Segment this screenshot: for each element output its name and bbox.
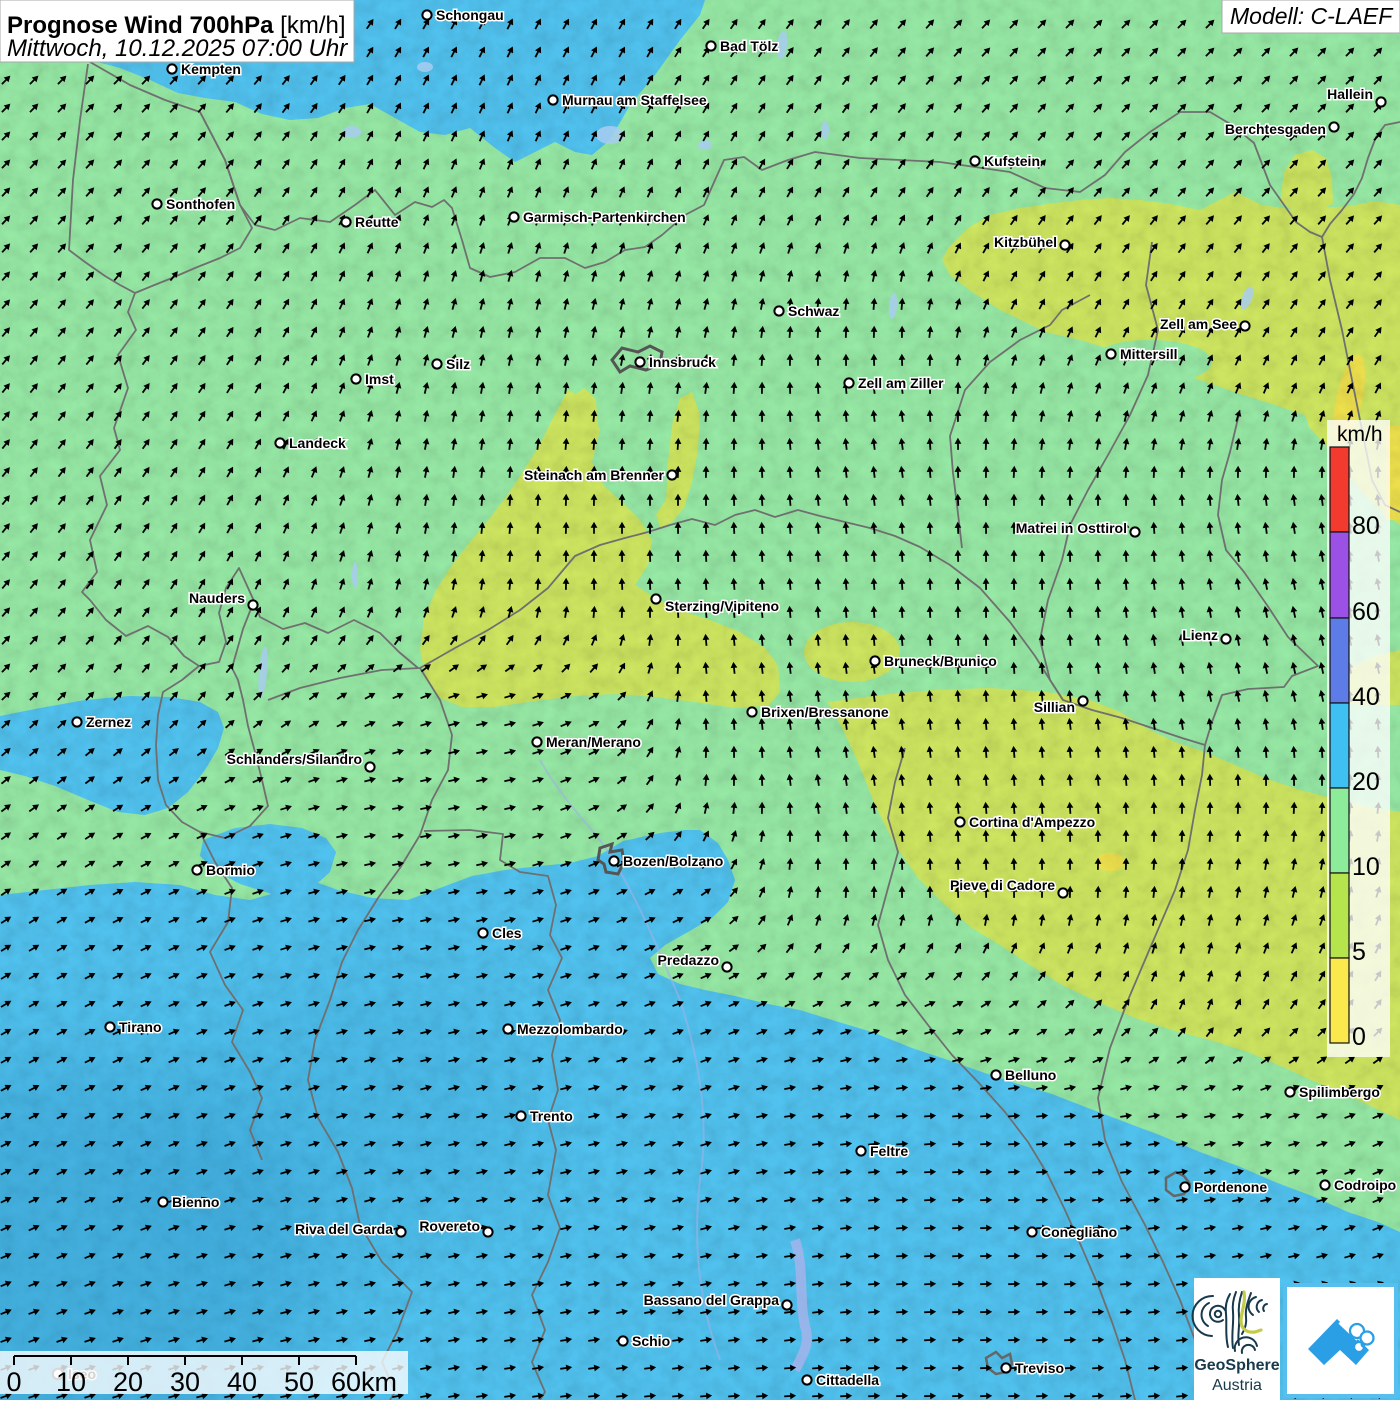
svg-text:60: 60 [1352, 598, 1380, 626]
svg-text:Predazzo: Predazzo [658, 952, 719, 968]
svg-text:40: 40 [1352, 683, 1380, 711]
svg-text:Cles: Cles [492, 925, 522, 941]
svg-text:Meran/Merano: Meran/Merano [546, 734, 641, 750]
svg-text:Cittadella: Cittadella [816, 1372, 879, 1388]
svg-text:60km: 60km [331, 1367, 397, 1397]
svg-text:Bienno: Bienno [172, 1194, 219, 1210]
svg-text:0: 0 [6, 1367, 21, 1397]
svg-text:Cortina d'Ampezzo: Cortina d'Ampezzo [969, 814, 1095, 830]
svg-text:Matrei in Osttirol: Matrei in Osttirol [1016, 520, 1127, 536]
svg-text:Lienz: Lienz [1182, 627, 1218, 643]
svg-text:Spilimbergo: Spilimbergo [1299, 1084, 1380, 1100]
svg-text:Steinach am Brenner: Steinach am Brenner [524, 467, 665, 483]
svg-text:20: 20 [113, 1367, 143, 1397]
svg-text:Hallein: Hallein [1327, 86, 1373, 102]
svg-text:Mittersill: Mittersill [1120, 346, 1178, 362]
svg-text:Mezzolombardo: Mezzolombardo [517, 1021, 623, 1037]
svg-text:Kitzbühel: Kitzbühel [994, 234, 1057, 250]
svg-text:Bad Tölz: Bad Tölz [720, 38, 778, 54]
svg-text:Imst: Imst [365, 371, 394, 387]
svg-text:80: 80 [1352, 512, 1380, 540]
svg-text:Belluno: Belluno [1005, 1067, 1056, 1083]
svg-text:Bozen/Bolzano: Bozen/Bolzano [623, 853, 723, 869]
svg-text:Sterzing/Vipiteno: Sterzing/Vipiteno [665, 598, 779, 614]
svg-text:Landeck: Landeck [289, 435, 346, 451]
svg-text:10: 10 [1352, 853, 1380, 881]
svg-text:Garmisch-Partenkirchen: Garmisch-Partenkirchen [523, 209, 686, 225]
svg-text:Codroipo: Codroipo [1334, 1177, 1396, 1193]
svg-text:Nauders: Nauders [189, 590, 245, 606]
svg-text:30: 30 [170, 1367, 200, 1397]
svg-text:Rovereto: Rovereto [419, 1218, 480, 1234]
svg-text:Schlanders/Silandro: Schlanders/Silandro [227, 751, 362, 767]
svg-text:20: 20 [1352, 768, 1380, 796]
svg-text:Brixen/Bressanone: Brixen/Bressanone [761, 704, 889, 720]
svg-text:50: 50 [284, 1367, 314, 1397]
svg-text:km/h: km/h [1337, 423, 1383, 446]
svg-text:Kufstein: Kufstein [984, 153, 1040, 169]
svg-text:Zell am Ziller: Zell am Ziller [858, 375, 944, 391]
svg-text:Kempten: Kempten [181, 61, 241, 77]
svg-text:Zernez: Zernez [86, 714, 131, 730]
svg-text:GeoSphere: GeoSphere [1194, 1357, 1279, 1374]
svg-text:Trento: Trento [530, 1108, 573, 1124]
svg-text:Modell: C-LAEF: Modell: C-LAEF [1230, 3, 1394, 29]
svg-text:Mittwoch, 10.12.2025 07:00 Uhr: Mittwoch, 10.12.2025 07:00 Uhr [7, 35, 348, 62]
svg-text:Pordenone: Pordenone [1194, 1179, 1267, 1195]
svg-text:Berchtesgaden: Berchtesgaden [1225, 121, 1326, 137]
svg-text:Murnau am Staffelsee: Murnau am Staffelsee [562, 92, 707, 108]
svg-text:5: 5 [1352, 938, 1366, 966]
svg-text:Feltre: Feltre [870, 1143, 908, 1159]
svg-text:0: 0 [1352, 1023, 1366, 1051]
svg-text:40: 40 [227, 1367, 257, 1397]
svg-text:Schongau: Schongau [436, 7, 504, 23]
svg-text:Silz: Silz [446, 356, 470, 372]
svg-text:Austria: Austria [1212, 1377, 1262, 1394]
svg-text:Riva del Garda: Riva del Garda [295, 1221, 393, 1237]
svg-text:Conegliano: Conegliano [1041, 1224, 1117, 1240]
svg-text:Innsbruck: Innsbruck [649, 354, 716, 370]
svg-text:Schwaz: Schwaz [788, 303, 839, 319]
svg-text:Schio: Schio [632, 1333, 670, 1349]
svg-text:Tirano: Tirano [119, 1019, 162, 1035]
svg-text:Zell am See: Zell am See [1160, 316, 1237, 332]
svg-text:10: 10 [56, 1367, 86, 1397]
svg-text:Pieve di Cadore: Pieve di Cadore [950, 877, 1055, 893]
svg-text:Bormio: Bormio [206, 862, 255, 878]
svg-text:Treviso: Treviso [1015, 1360, 1064, 1376]
svg-text:Bassano del Grappa: Bassano del Grappa [644, 1292, 780, 1308]
svg-text:Sonthofen: Sonthofen [166, 196, 235, 212]
svg-text:Sillian: Sillian [1034, 699, 1075, 715]
svg-text:Bruneck/Brunico: Bruneck/Brunico [884, 653, 997, 669]
svg-text:Reutte: Reutte [355, 214, 399, 230]
